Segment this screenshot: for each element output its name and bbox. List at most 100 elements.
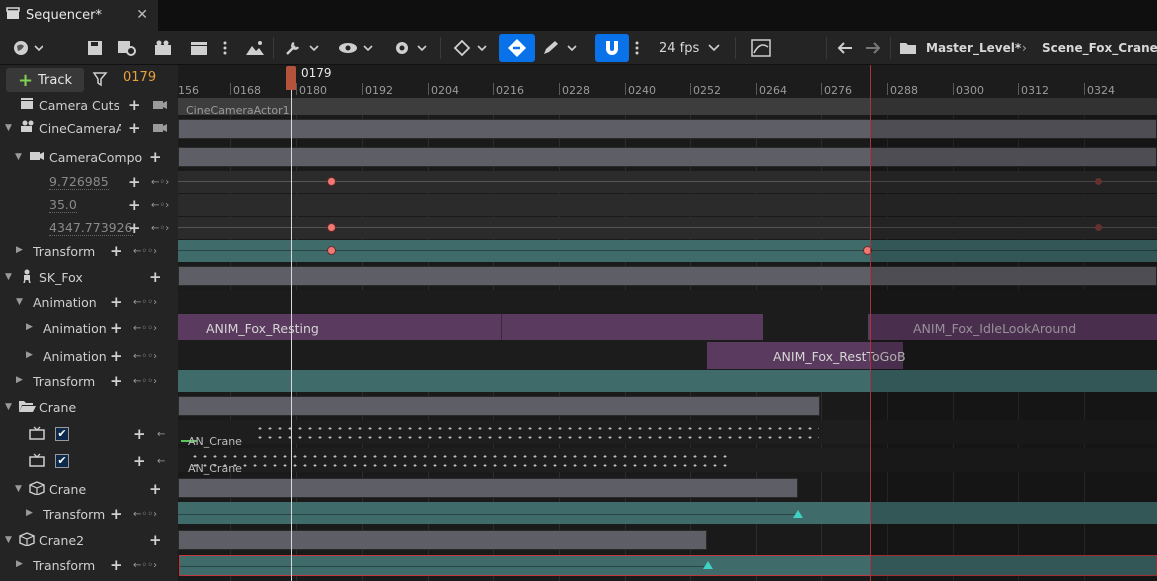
section-anim-resting[interactable]: ANIM_Fox_Resting (178, 314, 763, 340)
breadcrumb-master-level[interactable]: Master_Level* (926, 31, 1021, 65)
timeline-area[interactable]: CineCameraActor1 ANIM_Fox_Resting ANIM_F… (178, 98, 1157, 581)
save-button[interactable] (84, 31, 106, 65)
key-navigation[interactable]: ←◦◦› (133, 323, 157, 334)
add-key-button[interactable]: + (110, 372, 123, 390)
chevron-down-icon[interactable]: ▼ (5, 535, 12, 545)
property-row[interactable]: 35.0 + ←◦› (0, 194, 178, 216)
property-value[interactable]: 35.0 (49, 197, 77, 213)
breadcrumb-scene[interactable]: Scene_Fox_Crane* (1042, 31, 1157, 65)
playhead-handle[interactable] (286, 66, 296, 90)
key-navigation[interactable]: ←◦◦› (133, 376, 157, 387)
end-range-marker[interactable] (870, 98, 871, 581)
add-button[interactable]: + (149, 148, 162, 166)
cinematic-button[interactable] (242, 31, 268, 65)
track-transform[interactable]: ▶ Transform + ←◦◦› (0, 370, 178, 392)
keyframe[interactable] (703, 561, 713, 569)
track-animation-sub[interactable]: ▶ Animation + ←◦◦› (0, 317, 178, 339)
add-key-button[interactable]: + (133, 425, 146, 443)
key-navigation[interactable]: ←◦◦› (133, 560, 157, 571)
key-navigation[interactable]: ←◦› (151, 177, 169, 188)
add-button[interactable]: + (128, 96, 141, 114)
key-navigation[interactable]: ←◦◦› (133, 297, 157, 308)
add-key-button[interactable]: + (133, 452, 146, 470)
track-cine-camera-actor[interactable]: ▼ CineCameraAct + (0, 117, 178, 139)
world-menu-button[interactable] (8, 31, 48, 65)
add-button[interactable]: + (110, 293, 123, 311)
keyframe[interactable] (327, 177, 336, 186)
add-key-button[interactable]: + (128, 196, 141, 214)
track-transform[interactable]: ▶ Transform + ←◦◦› (0, 240, 178, 262)
key-navigation[interactable]: ←◦◦› (133, 509, 157, 520)
property-value[interactable]: 9.726985 (49, 174, 109, 190)
add-button[interactable]: + (149, 531, 162, 549)
add-key-button[interactable]: + (128, 219, 141, 237)
current-frame-field[interactable]: 0179 (123, 70, 156, 85)
track-crane-rig-2[interactable]: ✔ + ← (0, 450, 178, 472)
close-icon[interactable]: ✕ (136, 7, 148, 23)
keyframe-strip[interactable] (253, 423, 819, 443)
chevron-down-icon[interactable]: ▼ (16, 297, 23, 307)
key-navigation[interactable]: ←◦› (151, 223, 169, 234)
tab-sequencer[interactable]: Sequencer* ✕ (0, 0, 158, 31)
chevron-right-icon[interactable]: ▶ (16, 375, 23, 385)
track-crane-rig-1[interactable]: ✔ + ← (0, 423, 178, 445)
snap-options-button[interactable] (630, 31, 644, 65)
section-crane[interactable] (178, 478, 798, 498)
add-track-button[interactable]: + Track (6, 68, 84, 92)
tools-menu-button[interactable] (282, 31, 322, 65)
view-menu-button[interactable] (336, 31, 376, 65)
track-sk-fox[interactable]: ▼ SK_Fox + (0, 266, 178, 288)
key-options-button[interactable] (450, 31, 490, 65)
chevron-down-icon[interactable]: ▼ (5, 123, 12, 133)
section-crane-folder[interactable] (178, 396, 820, 416)
chevron-down-icon[interactable]: ▼ (5, 272, 12, 282)
property-row[interactable]: 4347.773926 + ←◦› (0, 217, 178, 239)
key-navigation[interactable]: ← (157, 456, 165, 467)
add-key-button[interactable]: + (110, 556, 123, 574)
section-crane2[interactable] (178, 530, 707, 550)
playback-options-button[interactable] (390, 31, 430, 65)
track-camera-cuts[interactable]: Camera Cuts + (0, 94, 178, 116)
time-ruler[interactable]: 156 0168 0180 0192 0204 0216 0228 0240 0… (178, 65, 1157, 98)
add-button[interactable]: + (110, 347, 123, 365)
key-navigation[interactable]: ←◦◦› (133, 246, 157, 257)
snap-toggle-button[interactable] (595, 34, 629, 62)
track-camera-component[interactable]: ▼ CameraCompone + (0, 146, 178, 168)
checkbox-enabled[interactable]: ✔ (55, 454, 69, 468)
chevron-right-icon[interactable]: ▶ (26, 508, 33, 518)
filter-icon[interactable] (92, 71, 110, 90)
add-key-button[interactable]: + (110, 505, 123, 523)
track-transform[interactable]: ▶ Transform + ←◦◦› (0, 554, 178, 576)
add-actor-button[interactable] (150, 31, 176, 65)
browse-button[interactable] (114, 31, 140, 65)
track-crane2[interactable]: ▼ Crane2 + (0, 529, 178, 551)
track-animation-sub[interactable]: ▶ Animation + ←◦◦› (0, 345, 178, 367)
curve-editor-button[interactable] (748, 31, 774, 65)
track-crane[interactable]: ▼ Crane + (0, 478, 178, 500)
key-navigation[interactable]: ←◦◦› (133, 351, 157, 362)
auto-key-button[interactable] (499, 34, 535, 62)
chevron-down-icon[interactable]: ▼ (15, 484, 22, 494)
keyframe[interactable] (793, 510, 803, 518)
keyframe[interactable] (327, 246, 336, 255)
add-key-button[interactable]: + (110, 242, 123, 260)
more-options-button[interactable] (218, 31, 232, 65)
property-row[interactable]: 9.726985 + ←◦› (0, 171, 178, 193)
track-transform[interactable]: ▶ Transform + ←◦◦› (0, 503, 178, 525)
forward-button[interactable] (862, 31, 884, 65)
render-button[interactable] (186, 31, 212, 65)
chevron-right-icon[interactable]: ▶ (16, 559, 23, 569)
keyframe[interactable] (327, 223, 336, 232)
add-button[interactable]: + (149, 268, 162, 286)
key-navigation[interactable]: ← (157, 429, 165, 440)
chevron-right-icon[interactable]: ▶ (26, 322, 33, 332)
track-crane-folder[interactable]: ▼ Crane (0, 396, 178, 418)
back-button[interactable] (834, 31, 856, 65)
property-value[interactable]: 4347.773926 (49, 220, 133, 236)
add-button[interactable]: + (128, 119, 141, 137)
checkbox-enabled[interactable]: ✔ (55, 427, 69, 441)
add-button[interactable]: + (110, 319, 123, 337)
chevron-right-icon[interactable]: ▶ (16, 245, 23, 255)
chevron-down-icon[interactable]: ▼ (15, 152, 22, 162)
edit-menu-button[interactable] (540, 31, 580, 65)
